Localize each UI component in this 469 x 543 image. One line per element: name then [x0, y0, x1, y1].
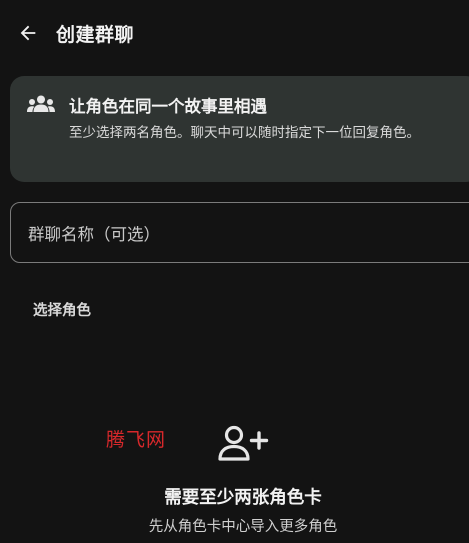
page-title: 创建群聊	[56, 24, 135, 46]
back-button[interactable]	[12, 17, 44, 49]
info-card-description: 至少选择两名角色。聊天中可以随时指定下一位回复角色。	[69, 125, 420, 141]
group-icon	[27, 95, 55, 112]
empty-state-subtitle: 先从角色卡中心导入更多角色	[148, 519, 338, 535]
create-group-chat-screen: 创建群聊 让角色在同一个故事里相遇 至少选择两名角色。聊天中可以随时指定下一位回…	[0, 0, 469, 543]
group-name-placeholder: 群聊名称（可选）	[28, 225, 160, 244]
empty-state-title: 需要至少两张角色卡	[164, 488, 322, 508]
select-characters-label: 选择角色	[33, 303, 91, 319]
info-card-title: 让角色在同一个故事里相遇	[69, 97, 267, 116]
info-card: 让角色在同一个故事里相遇 至少选择两名角色。聊天中可以随时指定下一位回复角色。	[10, 76, 469, 182]
arrow-left-icon	[20, 25, 36, 41]
add-person-icon	[218, 425, 269, 461]
watermark: 腾飞网	[106, 429, 167, 451]
group-name-field[interactable]: 群聊名称（可选）	[10, 202, 469, 263]
top-app-bar: 创建群聊	[0, 0, 469, 68]
